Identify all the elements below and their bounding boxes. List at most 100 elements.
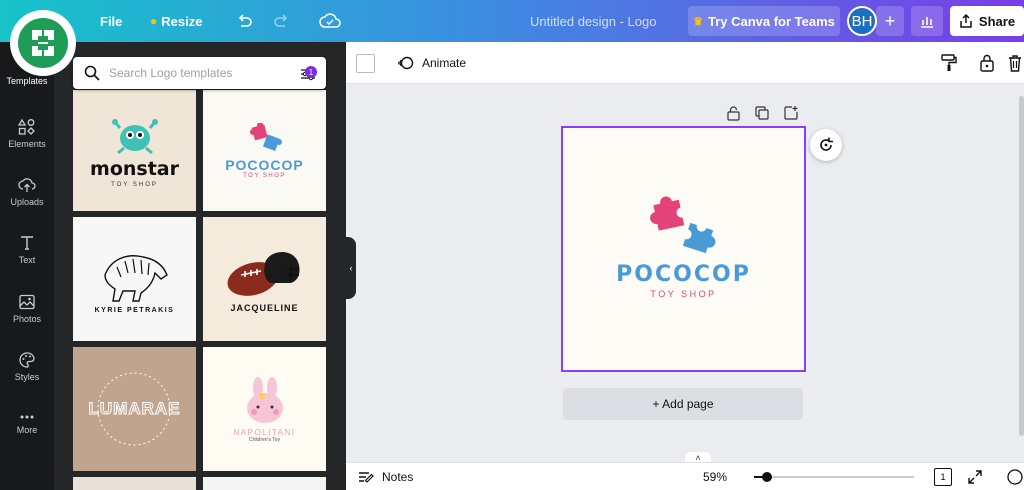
- sidebar-item-label: Templates: [6, 76, 48, 86]
- page-count[interactable]: 1: [934, 468, 952, 486]
- template-tile[interactable]: monstar TOY SHOP: [73, 90, 196, 211]
- share-icon: [960, 14, 972, 28]
- try-teams-button[interactable]: ♛ Try Canva for Teams: [688, 6, 840, 36]
- bunny-illustration: [246, 376, 283, 423]
- bar-chart-icon: [921, 17, 933, 28]
- share-label: Share: [978, 13, 1016, 29]
- zoom-value[interactable]: 59%: [703, 463, 727, 490]
- sidebar-item-label: Styles: [14, 372, 40, 382]
- sidebar-item-templates[interactable]: Templates: [0, 76, 54, 86]
- notes-label: Notes: [382, 470, 414, 484]
- top-bar: File ● Resize Untitled design - Logo ♛ T…: [0, 0, 1024, 76]
- bottom-bar: Notes 59% 1: [346, 462, 1024, 490]
- add-page-icon[interactable]: [784, 106, 798, 120]
- design-canvas[interactable]: POCOCOP TOY SHOP: [561, 126, 806, 372]
- zoom-slider[interactable]: [754, 472, 914, 482]
- sidebar-item-text[interactable]: Text: [0, 234, 54, 265]
- resize-label: Resize: [161, 13, 203, 29]
- animate-label: Animate: [422, 56, 467, 70]
- template-sub: TOY SHOP: [111, 181, 158, 188]
- editor-toolbar: Animate: [346, 42, 1024, 84]
- logo-mark-icon: [18, 18, 68, 68]
- paint-roller-icon[interactable]: [939, 53, 959, 73]
- template-tile[interactable]: LUMARAE: [73, 347, 196, 471]
- app-logo[interactable]: [10, 10, 76, 76]
- cloud-saved-icon[interactable]: [319, 0, 341, 42]
- elements-icon: [18, 118, 35, 135]
- notes-button[interactable]: Notes: [358, 463, 413, 490]
- filter-count-badge: 1: [305, 66, 317, 78]
- tiger-illustration: [103, 254, 168, 302]
- redo-icon[interactable]: [273, 0, 291, 42]
- template-name: monstar: [90, 157, 179, 180]
- photos-icon: [19, 294, 35, 310]
- logo-subtitle[interactable]: TOY SHOP: [563, 289, 804, 299]
- avatar[interactable]: BH: [847, 6, 877, 36]
- sidebar-item-photos[interactable]: Photos: [0, 293, 54, 324]
- template-tile[interactable]: [203, 477, 326, 490]
- sidebar-item-label: More: [16, 425, 38, 435]
- puzzle-illustration: [249, 122, 282, 151]
- animate-icon: [398, 56, 414, 70]
- template-name: NAPOLITANI: [233, 427, 296, 437]
- template-name: POCOCOP: [225, 156, 304, 173]
- filter-button[interactable]: 1: [300, 63, 320, 83]
- insights-button[interactable]: [911, 6, 943, 36]
- add-page-button[interactable]: + Add page: [563, 388, 803, 420]
- notes-icon: [359, 472, 374, 483]
- resize-menu[interactable]: ● Resize: [150, 0, 202, 42]
- template-tile[interactable]: [73, 477, 196, 490]
- sidebar: Templates Elements Uploads Text Photos S…: [0, 42, 54, 490]
- template-name: KYRIE PETRAKIS: [94, 306, 175, 314]
- crown-icon: ●: [150, 14, 158, 28]
- undo-icon[interactable]: [235, 0, 253, 42]
- template-tile[interactable]: NAPOLITANI Children's Toy: [203, 347, 326, 471]
- crown-icon: ♛: [693, 15, 703, 28]
- sidebar-item-label: Uploads: [10, 197, 44, 207]
- sidebar-item-more[interactable]: More: [0, 412, 54, 435]
- zoom-slider-knob[interactable]: [762, 472, 772, 482]
- regenerate-button[interactable]: [810, 129, 842, 161]
- template-sub: TOY SHOP: [243, 172, 286, 179]
- design-title[interactable]: Untitled design - Logo: [530, 0, 656, 42]
- refresh-icon: [820, 137, 833, 151]
- duplicate-page-icon[interactable]: [755, 106, 769, 120]
- sidebar-item-uploads[interactable]: Uploads: [0, 176, 54, 207]
- more-icon: [20, 415, 34, 419]
- sidebar-item-styles[interactable]: Styles: [0, 351, 54, 382]
- animate-button[interactable]: Animate: [398, 42, 466, 84]
- help-icon[interactable]: [1006, 468, 1024, 486]
- search-box: 1: [73, 57, 326, 89]
- background-color-swatch[interactable]: [356, 54, 375, 73]
- football-helmet-illustration: [227, 252, 300, 296]
- sidebar-item-elements[interactable]: Elements: [0, 118, 54, 149]
- template-name: JACQUELINE: [230, 303, 299, 313]
- page-actions: [727, 106, 798, 121]
- invite-plus-button[interactable]: +: [876, 6, 904, 36]
- template-sub: Children's Toy: [248, 436, 281, 443]
- try-teams-label: Try Canva for Teams: [707, 13, 835, 29]
- puzzle-logo-icon: [650, 196, 716, 254]
- upload-icon: [18, 178, 36, 192]
- circle-badge-ring: [97, 372, 171, 446]
- sidebar-item-label: Elements: [8, 139, 46, 149]
- monster-illustration: [111, 118, 158, 154]
- logo-name[interactable]: POCOCOP: [563, 262, 804, 287]
- collapse-panel-handle[interactable]: ‹: [346, 237, 356, 299]
- trash-icon[interactable]: [1005, 53, 1024, 73]
- lock-icon[interactable]: [977, 53, 997, 73]
- search-icon: [84, 65, 100, 81]
- template-tile[interactable]: POCOCOP TOY SHOP: [203, 90, 326, 211]
- canvas-scrollbar[interactable]: [1019, 96, 1024, 436]
- lock-page-icon[interactable]: [727, 106, 740, 121]
- search-input[interactable]: [109, 66, 289, 80]
- text-icon: [21, 236, 33, 250]
- sidebar-item-label: Text: [18, 255, 36, 265]
- template-tile[interactable]: KYRIE PETRAKIS: [73, 217, 196, 341]
- template-tile[interactable]: JACQUELINE: [203, 217, 326, 341]
- fullscreen-icon[interactable]: [966, 468, 984, 486]
- file-menu[interactable]: File: [100, 0, 122, 42]
- templates-panel: monstar TOY SHOP POCOCOP TOY SHOP KYRIE …: [54, 42, 346, 490]
- share-button[interactable]: Share: [950, 6, 1024, 36]
- palette-icon: [19, 352, 35, 368]
